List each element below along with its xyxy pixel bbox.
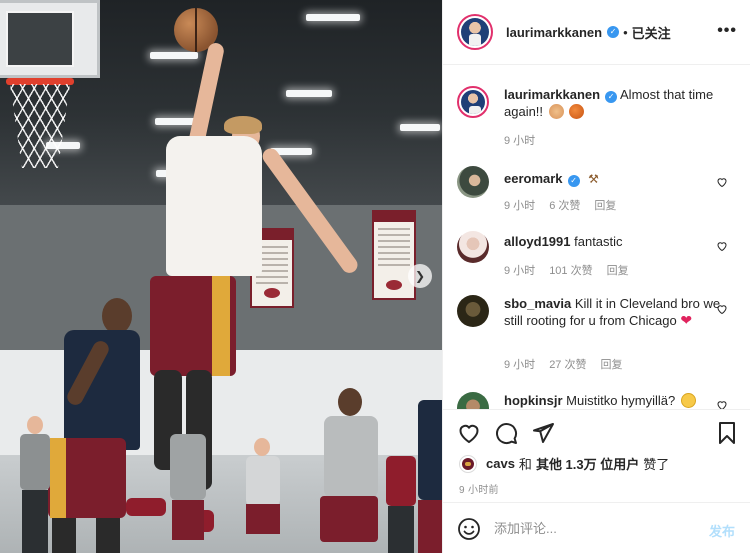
basketball-backboard [0, 0, 100, 78]
share-paper-plane-icon[interactable] [531, 421, 555, 445]
avatar[interactable] [457, 86, 489, 118]
smiling-face-emoji [680, 393, 696, 408]
cavs-logo-icon[interactable] [459, 454, 477, 473]
comment-composer: 发布 [443, 502, 750, 553]
list-item: alloyd1991 fantastic 9 小时 101 次赞 回复 [457, 231, 747, 283]
emoji-picker-icon[interactable] [457, 517, 481, 541]
dunking-player [120, 40, 361, 540]
comment-time: 9 小时 [504, 200, 536, 212]
comment-text: Muistitko hymyillä? [566, 393, 676, 408]
red-heart-emoji: ❤ [680, 312, 693, 328]
ceiling-light [306, 14, 360, 21]
comments-list[interactable]: laurimarkkanen ✓ Almost that time again!!… [443, 66, 750, 409]
reply-button[interactable]: 回复 [607, 262, 629, 278]
comment-text: fantastic [574, 234, 623, 249]
list-item: eeromark ✓ ⚒ 9 小时 6 次赞 回复 [457, 166, 747, 218]
comment-username[interactable]: hopkinsjr [504, 393, 563, 408]
post-timestamp: 9 小时前 [459, 485, 499, 496]
background-player [386, 440, 416, 553]
comment-username[interactable]: sbo_mavia [504, 296, 571, 311]
post-comment-button[interactable]: 发布 [709, 521, 735, 540]
avatar[interactable] [457, 14, 493, 50]
like-heart-icon[interactable] [716, 399, 728, 409]
comment-likes[interactable]: 101 次赞 [549, 262, 592, 278]
basketball-emoji [569, 104, 585, 119]
post-header: laurimarkkanen ✓ • 已关注 ••• [443, 0, 750, 65]
instagram-post: ❯ laurimarkkanen ✓ • 已关注 ••• laurimarkka… [0, 0, 750, 553]
caption-username[interactable]: laurimarkkanen [504, 87, 600, 102]
ceiling-light [400, 124, 440, 131]
comment-time: 9 小时 [504, 359, 536, 371]
comment-username[interactable]: eeromark [504, 171, 563, 186]
background-player [244, 438, 282, 553]
verified-badge-icon: ✓ [567, 175, 580, 187]
more-options-icon[interactable]: ••• [717, 22, 737, 40]
post-photo[interactable]: ❯ [0, 0, 442, 553]
avatar[interactable] [457, 295, 489, 327]
post-sidebar: laurimarkkanen ✓ • 已关注 ••• laurimarkkane… [442, 0, 750, 553]
liker-username[interactable]: cavs [486, 456, 515, 471]
bookmark-icon[interactable] [715, 421, 739, 445]
header-separator: • [623, 24, 628, 40]
carousel-next-button[interactable]: ❯ [408, 264, 432, 288]
basketball-rim [6, 78, 74, 85]
background-player [20, 416, 50, 553]
comment-likes[interactable]: 6 次赞 [549, 197, 580, 213]
avatar[interactable] [457, 231, 489, 263]
comment-likes[interactable]: 27 次赞 [549, 356, 586, 372]
comment-username[interactable]: alloyd1991 [504, 234, 571, 249]
like-heart-icon[interactable] [716, 303, 728, 315]
likes-count-button[interactable]: 其他 1.3万 位用户 [536, 454, 639, 473]
reply-button[interactable]: 回复 [594, 197, 616, 213]
background-player [168, 420, 208, 553]
avatar[interactable] [457, 166, 489, 198]
chevron-right-icon: ❯ [414, 269, 426, 283]
likes-suffix: 赞了 [643, 457, 670, 472]
like-heart-icon[interactable] [716, 176, 728, 188]
post-caption: laurimarkkanen ✓ Almost that time again!!… [457, 86, 747, 156]
hammer-emoji: ⚒ [588, 172, 599, 186]
background-player [414, 400, 442, 553]
background-player [318, 388, 388, 553]
like-heart-icon[interactable] [457, 421, 481, 445]
like-heart-icon[interactable] [716, 240, 728, 252]
reply-button[interactable]: 回复 [600, 356, 622, 372]
following-button[interactable]: 已关注 [632, 23, 671, 42]
list-item: sbo_mavia Kill it in Cleveland bro we st… [457, 295, 747, 375]
comment-bubble-icon[interactable] [494, 421, 518, 445]
flexed-biceps-emoji [548, 104, 564, 119]
comment-input[interactable] [494, 521, 704, 536]
verified-badge-icon: ✓ [605, 91, 618, 103]
list-item: hopkinsjr Muistitko hymyillä? [457, 392, 747, 409]
defending-player [42, 298, 152, 553]
post-actions: cavs 和 其他 1.3万 位用户 赞了 9 小时前 发布 [443, 409, 750, 553]
likes-summary: cavs 和 其他 1.3万 位用户 赞了 [459, 454, 669, 473]
verified-badge-icon: ✓ [607, 26, 620, 38]
avatar[interactable] [457, 392, 489, 409]
championship-banner [372, 210, 416, 300]
likes-connector: 和 [518, 457, 532, 472]
header-username[interactable]: laurimarkkanen [506, 25, 602, 40]
caption-time: 9 小时 [504, 135, 536, 147]
comment-time: 9 小时 [504, 265, 536, 277]
